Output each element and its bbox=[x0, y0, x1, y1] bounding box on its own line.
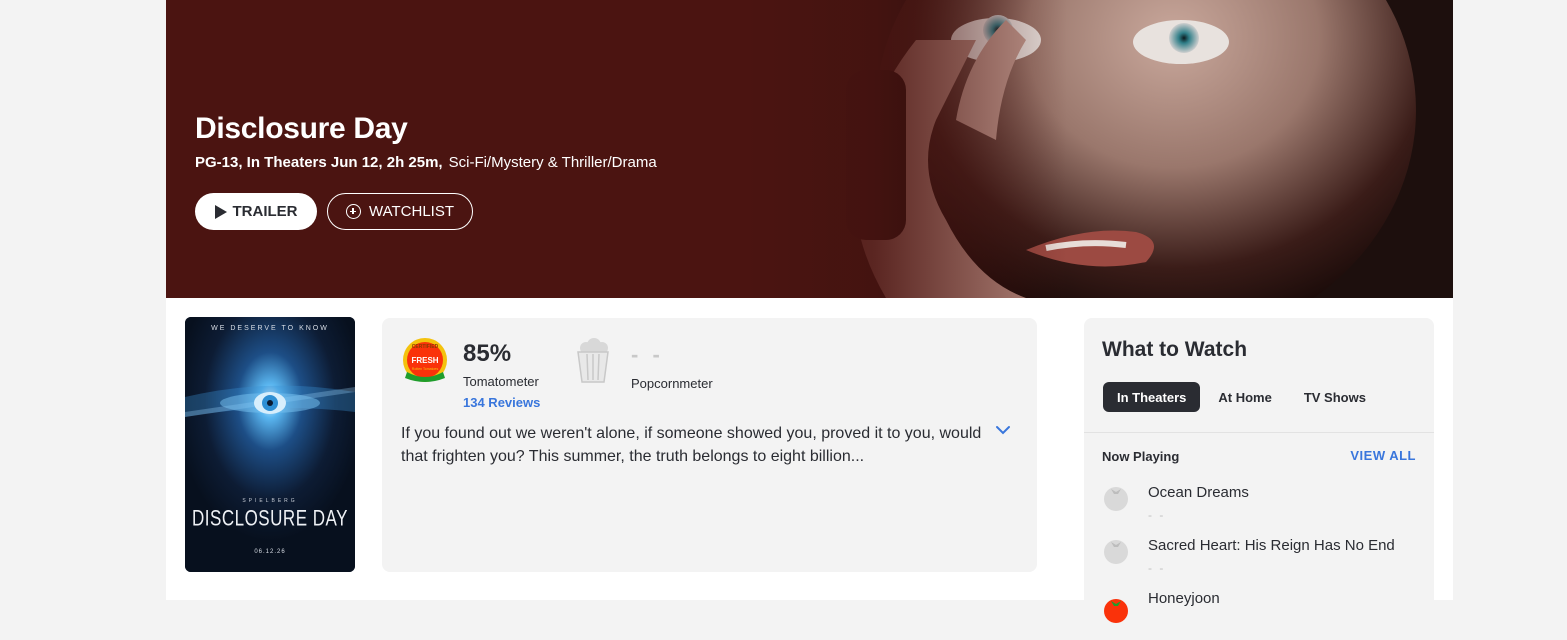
score-card: CERTIFIED FRESH Rotten Tomatoes 85% Toma… bbox=[382, 318, 1037, 572]
movie-name: Honeyjoon bbox=[1148, 590, 1220, 607]
list-item[interactable]: Honeyjoon bbox=[1102, 590, 1422, 640]
what-to-watch-title: What to Watch bbox=[1102, 338, 1248, 361]
badge-bottom-text: Rotten Tomatoes bbox=[412, 367, 439, 371]
movie-synopsis: If you found out we weren't alone, if so… bbox=[401, 425, 982, 465]
view-all-link[interactable]: VIEW ALL bbox=[1350, 448, 1416, 463]
popcornmeter-score: - - bbox=[631, 342, 664, 367]
movie-name: Ocean Dreams bbox=[1148, 484, 1249, 501]
trailer-button[interactable]: TRAILER bbox=[195, 193, 317, 230]
movie-name: Sacred Heart: His Reign Has No End bbox=[1148, 537, 1395, 554]
popcorn-bucket-icon bbox=[577, 338, 609, 383]
movie-poster[interactable]: WE DESERVE TO KNOW SPIELBERG DISCLOSURE … bbox=[185, 317, 355, 572]
movie-meta: PG-13, In Theaters Jun 12, 2h 25m, Sci-Fi… bbox=[195, 154, 657, 171]
play-icon bbox=[214, 204, 227, 219]
fresh-tomato-icon bbox=[1104, 599, 1128, 623]
badge-mid-text: FRESH bbox=[411, 356, 438, 365]
hero-banner: Disclosure Day PG-13, In Theaters Jun 12… bbox=[166, 0, 1453, 298]
chevron-down-icon[interactable] bbox=[995, 424, 1011, 436]
tab-at-home[interactable]: At Home bbox=[1204, 382, 1285, 412]
poster-director: SPIELBERG bbox=[242, 498, 298, 504]
certified-fresh-icon: CERTIFIED FRESH Rotten Tomatoes bbox=[403, 338, 447, 382]
empty-tomato-icon bbox=[1104, 487, 1128, 511]
hero-buttons: TRAILER WATCHLIST bbox=[195, 193, 657, 230]
tab-tv-shows[interactable]: TV Shows bbox=[1290, 382, 1380, 412]
poster-tagline: WE DESERVE TO KNOW bbox=[211, 325, 329, 332]
popcornmeter-label: Popcornmeter bbox=[631, 376, 713, 391]
movie-score: - - bbox=[1148, 561, 1166, 575]
poster-date: 06.12.26 bbox=[254, 549, 286, 555]
add-circle-icon bbox=[346, 204, 361, 219]
movie-genre: Sci-Fi/Mystery & Thriller/Drama bbox=[448, 154, 657, 171]
poster-title: DISCLOSURE DAY bbox=[192, 506, 348, 531]
page-container: Disclosure Day PG-13, In Theaters Jun 12… bbox=[166, 0, 1453, 623]
now-playing-label: Now Playing bbox=[1102, 449, 1180, 464]
what-to-watch-panel: What to Watch In Theaters At Home TV Sho… bbox=[1084, 318, 1434, 623]
empty-tomato-icon bbox=[1104, 540, 1128, 564]
hero-content: Disclosure Day PG-13, In Theaters Jun 12… bbox=[195, 112, 657, 230]
divider bbox=[1084, 432, 1434, 433]
list-item[interactable]: Ocean Dreams - - bbox=[1102, 484, 1422, 534]
tab-in-theaters[interactable]: In Theaters bbox=[1103, 382, 1201, 412]
trailer-button-label: TRAILER bbox=[232, 203, 298, 220]
poster-artwork bbox=[185, 317, 355, 572]
badge-top-text: CERTIFIED bbox=[412, 344, 439, 350]
movie-score: - - bbox=[1148, 508, 1166, 522]
movie-rating-release-runtime: PG-13, In Theaters Jun 12, 2h 25m, bbox=[195, 154, 443, 171]
movie-title: Disclosure Day bbox=[195, 112, 408, 145]
reviews-link[interactable]: 134 Reviews bbox=[463, 395, 540, 410]
what-to-watch-tabs: In Theaters At Home TV Shows bbox=[1103, 382, 1384, 412]
tomatometer-score: 85% bbox=[463, 340, 512, 367]
watchlist-button-label: WATCHLIST bbox=[369, 203, 454, 220]
list-item[interactable]: Sacred Heart: His Reign Has No End - - bbox=[1102, 537, 1422, 587]
watchlist-button[interactable]: WATCHLIST bbox=[327, 193, 473, 230]
tomatometer-label: Tomatometer bbox=[463, 374, 539, 389]
